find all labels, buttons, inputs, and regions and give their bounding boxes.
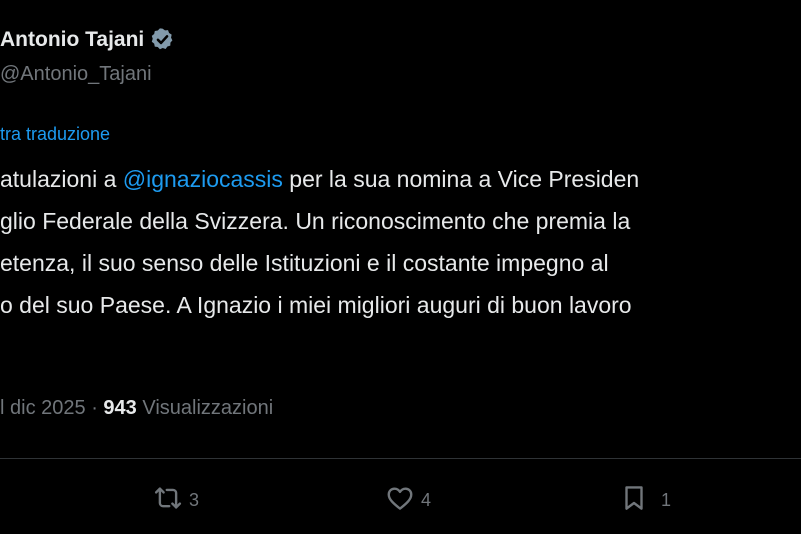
translate-link[interactable]: tra traduzione — [0, 124, 110, 145]
tweet-meta: l dic 2025 · 943 Visualizzazioni — [0, 397, 273, 420]
tweet-line-1-start: atulazioni a — [0, 166, 123, 192]
tweet-date[interactable]: l dic 2025 — [0, 397, 86, 419]
views-count: 943 — [103, 397, 137, 419]
verified-badge-icon — [150, 27, 175, 52]
author-name-row[interactable]: Antonio Tajani — [0, 27, 175, 52]
bookmark-count: 1 — [661, 489, 672, 510]
bookmark-button[interactable]: 1 — [619, 482, 671, 518]
meta-separator: · — [91, 397, 98, 419]
retweet-icon — [153, 483, 183, 518]
divider — [0, 458, 801, 459]
mention-link[interactable]: @ignaziocassis — [123, 166, 283, 192]
bookmark-icon — [619, 483, 649, 518]
author-handle[interactable]: @Antonio_Tajani — [0, 63, 152, 86]
tweet-line-3: etenza, il suo senso delle Istituzioni e… — [0, 250, 609, 276]
heart-icon — [385, 483, 415, 518]
tweet-line-1-end: per la sua nomina a Vice Presiden — [282, 166, 640, 192]
retweet-count: 3 — [189, 489, 200, 510]
tweet-line-1: atulazioni a @ignaziocassis per la sua n… — [0, 158, 639, 200]
tweet-line-2: glio Federale della Svizzera. Un riconos… — [0, 208, 631, 234]
like-button[interactable]: 4 — [385, 482, 431, 518]
tweet-line-4: o del suo Paese. A Ignazio i miei miglio… — [0, 292, 632, 318]
views-label: Visualizzazioni — [142, 397, 274, 419]
retweet-button[interactable]: 3 — [153, 482, 199, 518]
like-count: 4 — [421, 489, 432, 510]
tweet-text: atulazioni a @ignaziocassis per la sua n… — [0, 158, 639, 326]
author-name[interactable]: Antonio Tajani — [0, 28, 144, 52]
